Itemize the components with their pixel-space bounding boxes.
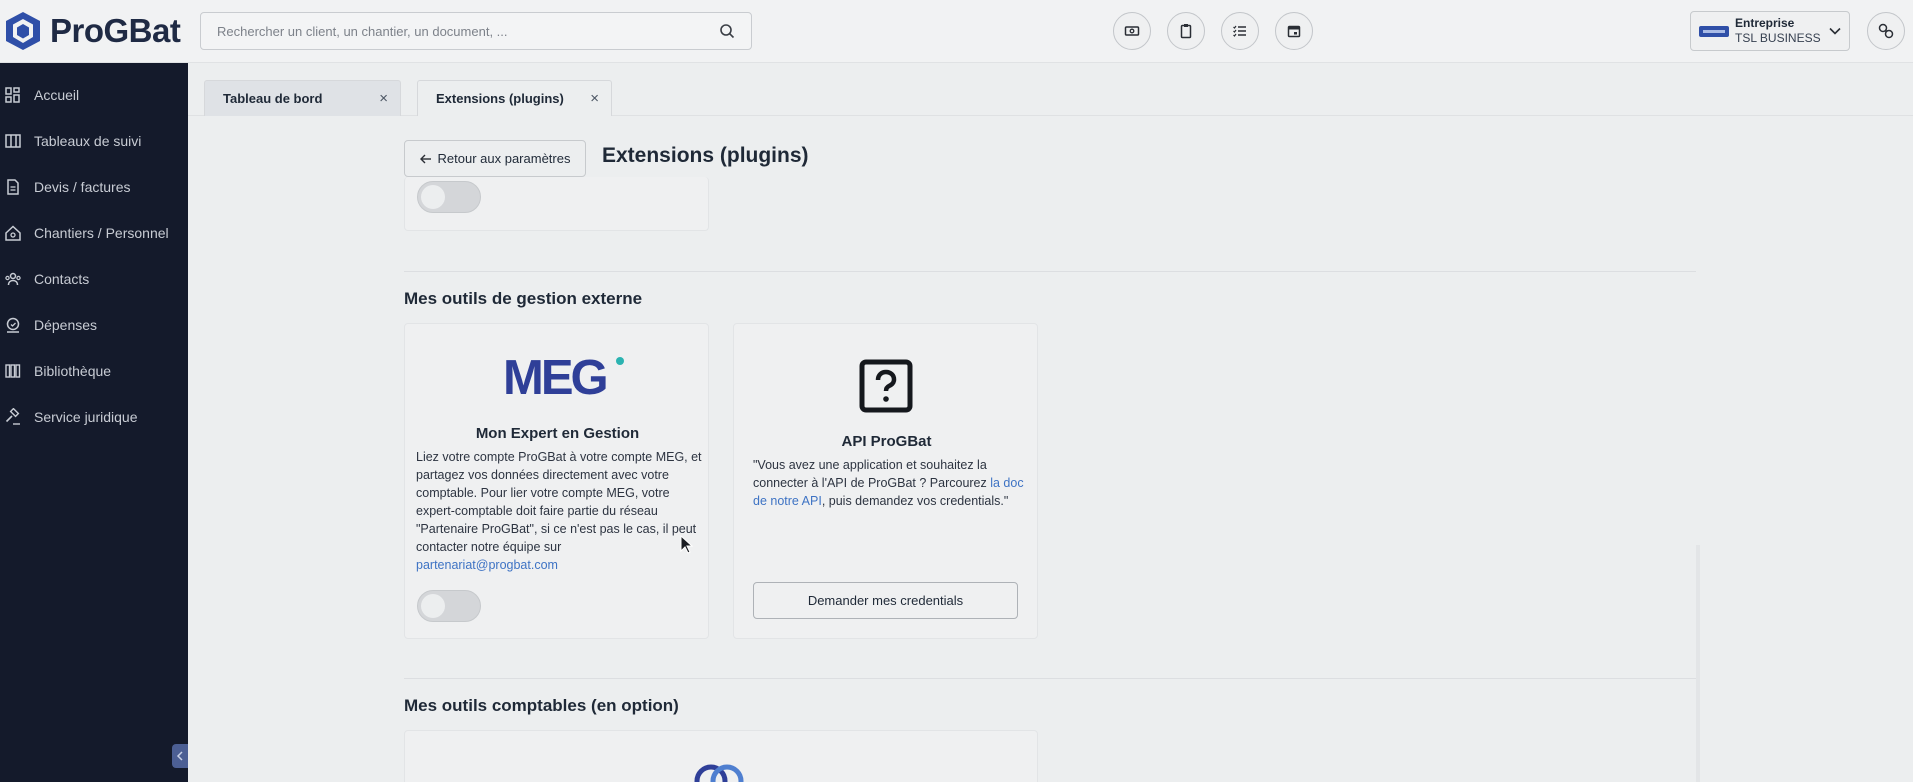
meg-plugin-card: MEG Mon Expert en Gestion Liez votre com… [404,323,709,639]
request-credentials-button[interactable]: Demander mes credentials [753,582,1018,619]
sidebar-item-label: Devis / factures [34,179,131,195]
user-menu-button[interactable] [1867,12,1905,50]
tab-label: Tableau de bord [223,91,323,106]
clipboard-icon [1180,24,1192,39]
users-icon [5,272,21,286]
api-card-text: "Vous avez une application et souhaitez … [753,458,1024,508]
clipboard-button[interactable] [1167,12,1205,50]
company-name: TSL BUSINESS [1735,31,1821,45]
sidebar-item-label: Accueil [34,87,80,103]
meg-toggle[interactable] [417,590,481,622]
meg-logo: MEG [503,351,624,405]
mouse-cursor-icon [680,535,694,554]
sidebar-item-label: Tableaux de suivi [34,133,142,149]
sidebar-item-accueil[interactable]: Accueil [0,75,188,115]
sidebar-item-tableaux-de-suivi[interactable]: Tableaux de suivi [0,121,188,161]
sidebar-item-label: Chantiers / Personnel [34,225,169,241]
api-plugin-card: API ProGBat "Vous avez une application e… [733,323,1038,639]
library-icon [5,364,21,378]
top-header: ProGBat Rechercher un client, un chantie… [0,0,1913,63]
expenses-icon [6,317,20,333]
company-selector[interactable]: Entreprise TSL BUSINESS [1690,11,1850,51]
section-title-external: Mes outils de gestion externe [404,289,643,308]
accounting-logo-icon [694,764,744,782]
partner-email-link[interactable]: partenariat@progbat.com [416,558,558,572]
sidebar: Accueil Tableaux de suivi Devis / factur… [0,63,188,782]
sidebar-item-service-juridique[interactable]: Service juridique [0,397,188,437]
previous-plugin-card [404,177,709,231]
sidebar-item-label: Dépenses [34,317,98,333]
calendar-icon [1287,25,1301,38]
close-icon[interactable]: × [590,90,599,107]
sidebar-item-devis-factures[interactable]: Devis / factures [0,167,188,207]
gavel-icon [5,408,20,425]
search-bar[interactable] [200,12,752,50]
app-name: ProGBat [50,12,181,49]
chevron-left-icon [176,751,183,761]
question-square-icon [859,359,913,413]
sidebar-item-bibliotheque[interactable]: Bibliothèque [0,351,188,391]
app-logo[interactable]: ProGBat [2,10,181,52]
close-icon[interactable]: × [379,90,388,107]
cash-register-icon [1124,26,1140,36]
checklist-button[interactable] [1221,12,1259,50]
meg-card-text: Liez votre compte ProGBat à votre compte… [416,450,702,572]
sidebar-item-chantiers-personnel[interactable]: Chantiers / Personnel [0,213,188,253]
tab-bar: Tableau de bord × Extensions (plugins) × [188,63,1913,116]
checklist-icon [1233,25,1246,37]
calendar-button[interactable] [1275,12,1313,50]
api-card-title: API ProGBat [841,433,932,450]
section-divider [404,271,1696,272]
search-input[interactable] [217,23,719,39]
board-icon [5,134,21,148]
grid-icon [5,87,20,103]
meg-card-title: Mon Expert en Gestion [475,425,640,442]
accounting-plugin-card [404,730,1038,782]
page-title: Extensions (plugins) [602,144,809,167]
plugin-toggle[interactable] [417,181,481,213]
cash-register-button[interactable] [1113,12,1151,50]
arrow-left-icon [419,154,431,163]
tab-extensions[interactable]: Extensions (plugins) × [417,80,612,116]
chevron-down-icon [1829,27,1841,35]
settings-switch-icon [1878,23,1894,39]
sidebar-item-depenses[interactable]: Dépenses [0,305,188,345]
sidebar-item-label: Bibliothèque [34,363,112,379]
house-icon [5,225,21,241]
tab-label: Extensions (plugins) [436,91,564,106]
progbat-logo-icon [6,12,40,50]
sidebar-item-label: Contacts [34,271,90,287]
document-icon [7,179,19,195]
sidebar-collapse-button[interactable] [172,744,188,768]
tab-tableau-de-bord[interactable]: Tableau de bord × [204,80,401,116]
content-scrollbar[interactable] [1696,545,1700,782]
search-icon[interactable] [719,23,735,39]
section-title-accounting: Mes outils comptables (en option) [404,696,679,715]
back-to-settings-button[interactable]: Retour aux paramètres [404,140,586,177]
sidebar-item-label: Service juridique [34,409,138,425]
sidebar-item-contacts[interactable]: Contacts [0,259,188,299]
back-label: Retour aux paramètres [437,151,571,166]
company-logo [1699,25,1729,37]
company-label: Entreprise [1735,16,1795,30]
section-divider [404,678,1696,679]
